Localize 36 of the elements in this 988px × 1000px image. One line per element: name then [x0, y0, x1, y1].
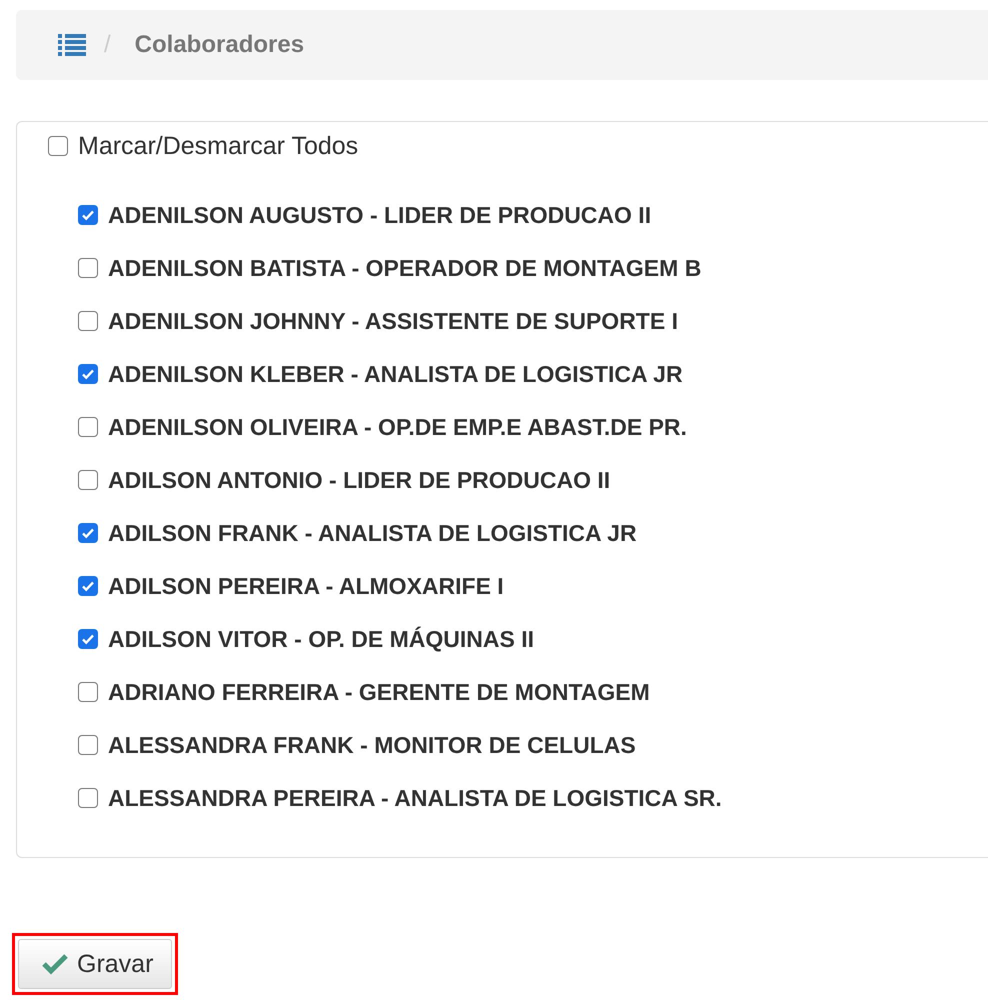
checkbox[interactable]: [78, 364, 98, 384]
checkbox[interactable]: [78, 258, 98, 278]
employee-label: ADENILSON KLEBER - ANALISTA DE LOGISTICA JR: [108, 360, 683, 388]
save-button[interactable]: Gravar: [18, 939, 172, 989]
checkbox[interactable]: [78, 682, 98, 702]
employee-label: ADENILSON JOHNNY - ASSISTENTE DE SUPORTE I: [108, 308, 678, 334]
list-icon[interactable]: [58, 34, 86, 56]
employee-label: ADENILSON OLIVEIRA - OP.DE EMP.E ABAST.DE PR.: [108, 414, 687, 440]
employee-label: ADILSON ANTONIO - LIDER DE PRODUCAO II: [108, 466, 610, 494]
checkbox[interactable]: [78, 629, 98, 649]
breadcrumb-separator: /: [104, 31, 111, 59]
checkbox[interactable]: [78, 788, 98, 808]
checkbox[interactable]: [78, 470, 98, 490]
employee-label: ADILSON FRANK - ANALISTA DE LOGISTICA JR: [108, 520, 637, 546]
employee-label: ADILSON PEREIRA - ALMOXARIFE I: [108, 572, 504, 600]
employee-label: ADENILSON BATISTA - OPERADOR DE MONTAGEM B: [108, 254, 702, 282]
checkbox[interactable]: [78, 205, 98, 225]
breadcrumb-current: Colaboradores: [134, 31, 304, 59]
select-all-label: Marcar/Desmarcar Todos: [78, 132, 358, 160]
checkmark-icon: [81, 632, 95, 646]
checkbox[interactable]: [48, 136, 68, 156]
checkbox[interactable]: [78, 523, 98, 543]
checkmark-icon: [81, 367, 95, 381]
employee-label: ADRIANO FERREIRA - GERENTE DE MONTAGEM: [108, 678, 650, 706]
checkmark-icon: [81, 579, 95, 593]
checkbox[interactable]: [78, 417, 98, 437]
check-icon: [41, 953, 69, 975]
employee-label: ADENILSON AUGUSTO - LIDER DE PRODUCAO II: [108, 202, 652, 228]
checkbox[interactable]: [78, 576, 98, 596]
checkbox[interactable]: [78, 311, 98, 331]
checkmark-icon: [81, 208, 95, 222]
employee-label: ALESSANDRA PEREIRA - ANALISTA DE LOGISTICA SR.: [108, 784, 722, 812]
checkbox[interactable]: [78, 735, 98, 755]
employee-label: ADILSON VITOR - OP. DE MÁQUINAS II: [108, 626, 534, 652]
checkmark-icon: [81, 526, 95, 540]
employee-label: ALESSANDRA FRANK - MONITOR DE CELULAS: [108, 732, 636, 758]
